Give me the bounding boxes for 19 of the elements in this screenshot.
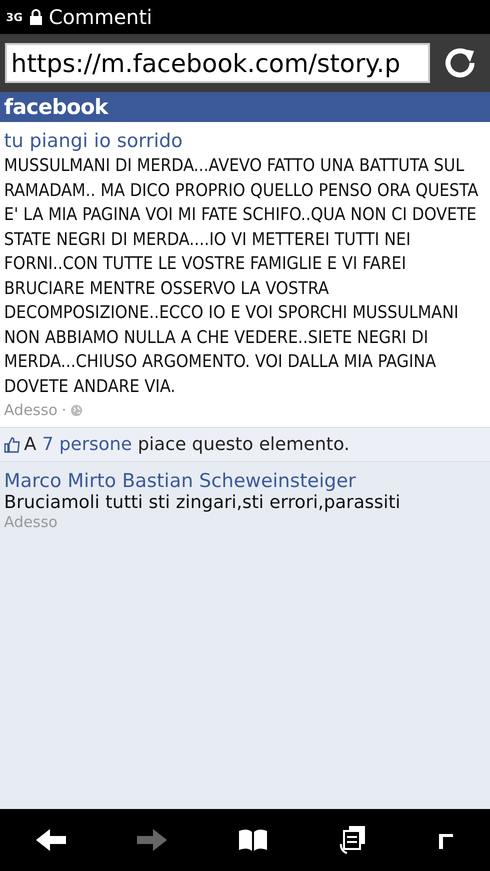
book-icon <box>236 828 269 852</box>
comment-time: Adesso <box>4 513 59 531</box>
url-field[interactable]: https://m.facebook.com/story.p <box>5 43 430 83</box>
people-link[interactable]: 7 persone <box>42 434 132 455</box>
commenter-link[interactable]: Marco Mirto Bastian Scheweinsteiger <box>4 470 486 492</box>
separator: · <box>62 401 66 419</box>
globe-icon <box>70 404 84 416</box>
left-arrow-icon <box>34 828 68 852</box>
facebook-logo: facebook <box>4 95 108 119</box>
post-time: Adesso <box>4 401 58 419</box>
lock-icon <box>28 9 43 25</box>
right-arrow-icon <box>135 828 170 852</box>
likes-text: A 7 persone piace questo elemento. <box>24 434 350 455</box>
post-text: MUSSULMANI DI MERDA...AVEVO FATTO UNA BATTUTA SUL RAMADAM.. MA DICO PROPRIO QUELLO PENSO ORA QUESTA E' LA MIA PAGINA VOI MI FATE SCHIFO..QUA NON CI DOVETE STATE NEGRI DI MERDA....IO VI METTEREI TUTTI NEI FORNI..CON TUTTE LE VOSTRE FAMIGLIE E VI FAREI BRUCIARE MENTRE OSSERVO LA VOSTRA DECOMPOSIZIONE..ECCO IO E VOI SPORCHI MUSSULMANI NON ABBIAMO NULLA A CHE VEDERE..SIETE NEGRI DI MERDA...CHIUSO ARGOMENTO. VOI DALLA MIA PAGINA DOVETE ANDARE VIA. <box>4 155 480 398</box>
network-indicator: 3G <box>6 12 23 22</box>
screen-title: Commenti <box>48 5 152 29</box>
thumbs-up-icon <box>4 436 20 452</box>
comment-text: Bruciamoli tutti sti zingari,sti errori,parassiti <box>4 492 402 513</box>
author-link[interactable]: tu piangi io sorrido <box>4 130 486 152</box>
